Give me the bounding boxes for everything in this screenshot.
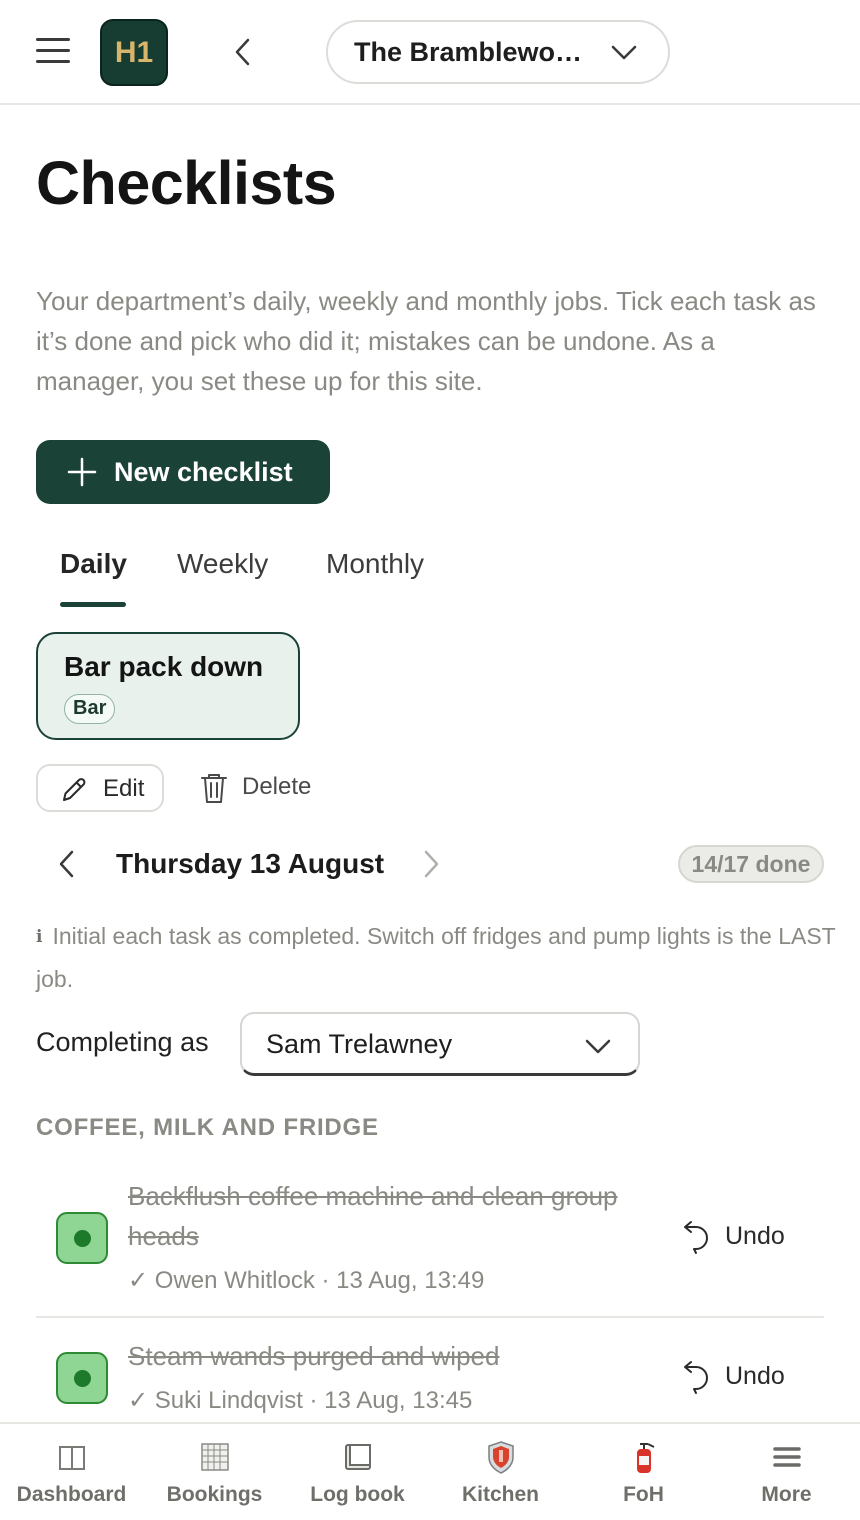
undo-button[interactable]: Undo <box>682 1216 802 1260</box>
check-icon <box>74 1370 91 1387</box>
nav-label: Log book <box>310 1483 405 1506</box>
task-title: Steam wands purged and wiped <box>128 1341 500 1371</box>
checklist-note: i Initial each task as completed. Switch … <box>36 916 836 999</box>
undo-button[interactable]: Undo <box>682 1356 802 1400</box>
kitchen-icon <box>487 1441 514 1474</box>
completing-as-label: Completing as <box>36 1027 209 1057</box>
pencil-icon <box>63 778 86 801</box>
task-meta: ✓ Suki Lindqvist · 13 Aug, 13:45 <box>128 1387 473 1414</box>
plus-icon <box>67 457 97 487</box>
more-icon <box>772 1447 801 1467</box>
current-date: Thursday 13 August <box>116 848 385 879</box>
chevron-left-icon <box>59 850 74 878</box>
delete-label: Delete <box>242 773 312 800</box>
site-selector[interactable]: The Bramblewo… <box>326 20 670 84</box>
task-checkbox[interactable] <box>56 1352 108 1404</box>
nav-kitchen[interactable]: Kitchen <box>429 1424 572 1520</box>
new-checklist-button[interactable]: New checklist <box>36 440 330 504</box>
page-title: Checklists <box>36 149 337 217</box>
nav-label: Kitchen <box>461 1483 539 1506</box>
checklist-name: Bar pack down <box>64 651 264 682</box>
nav-label: More <box>761 1483 812 1506</box>
checklist-card[interactable]: Bar pack down Bar <box>36 632 300 740</box>
new-checklist-label: New checklist <box>114 457 293 487</box>
undo-label: Undo <box>725 1362 785 1390</box>
chevron-left-icon <box>235 38 250 66</box>
edit-button[interactable]: Edit <box>36 764 164 812</box>
bookings-icon <box>200 1443 229 1471</box>
trash-icon <box>201 774 227 803</box>
back-button[interactable] <box>225 32 261 72</box>
nav-log-book[interactable]: Log book <box>286 1424 429 1520</box>
logo-text: H1 <box>114 35 154 69</box>
undo-icon <box>684 1361 708 1394</box>
nav-label: Bookings <box>166 1483 263 1506</box>
menu-icon[interactable] <box>36 38 70 64</box>
progress-badge: 14/17 done <box>678 845 824 883</box>
task-row: Steam wands purged and wiped ✓ Suki Lind… <box>36 1336 824 1416</box>
task-row: Backflush coffee machine and clean group… <box>36 1176 824 1316</box>
site-name: The Bramblewo… <box>354 36 583 67</box>
site-logo[interactable]: H1 <box>100 19 168 86</box>
nav-label: FoH <box>623 1483 664 1506</box>
nav-more[interactable]: More <box>715 1424 858 1520</box>
chevron-down-icon <box>585 1039 611 1054</box>
check-icon <box>74 1230 91 1247</box>
bottom-nav: Dashboard Bookings Log book Kitchen FoH … <box>0 1422 860 1520</box>
page-intro: Your department’s daily, weekly and mont… <box>36 286 816 396</box>
tab-daily[interactable]: Daily <box>60 548 127 580</box>
tab-monthly[interactable]: Monthly <box>326 548 424 580</box>
completing-as-select[interactable]: Sam Trelawney <box>240 1012 640 1076</box>
info-icon: i <box>36 927 43 947</box>
top-bar: H1 The Bramblewo… <box>0 0 860 105</box>
completing-as-value: Sam Trelawney <box>266 1029 453 1059</box>
section-heading: COFFEE, MILK AND FRIDGE <box>36 1114 379 1141</box>
undo-label: Undo <box>725 1222 785 1250</box>
chevron-right-icon <box>424 850 439 878</box>
nav-label: Dashboard <box>16 1483 127 1506</box>
tab-weekly[interactable]: Weekly <box>177 548 268 580</box>
logbook-icon <box>344 1444 371 1470</box>
nav-bookings[interactable]: Bookings <box>143 1424 286 1520</box>
task-checkbox[interactable] <box>56 1212 108 1264</box>
next-day-button[interactable] <box>416 845 446 883</box>
note-text: Initial each task as completed. Switch o… <box>36 923 836 992</box>
previous-day-button[interactable] <box>52 845 82 883</box>
chevron-down-icon <box>611 45 637 60</box>
fire-extinguisher-icon <box>636 1443 654 1473</box>
task-divider <box>36 1316 824 1318</box>
active-tab-indicator <box>60 602 126 607</box>
undo-icon <box>684 1221 708 1254</box>
task-meta: ✓ Owen Whitlock · 13 Aug, 13:49 <box>128 1267 485 1294</box>
edit-label: Edit <box>103 775 145 802</box>
delete-button[interactable]: Delete <box>192 764 332 812</box>
nav-foh[interactable]: FoH <box>572 1424 715 1520</box>
nav-dashboard[interactable]: Dashboard <box>0 1424 143 1520</box>
department-badge: Bar <box>64 694 116 724</box>
task-title: Backflush coffee machine and clean group… <box>128 1181 618 1251</box>
dashboard-icon <box>58 1446 85 1470</box>
